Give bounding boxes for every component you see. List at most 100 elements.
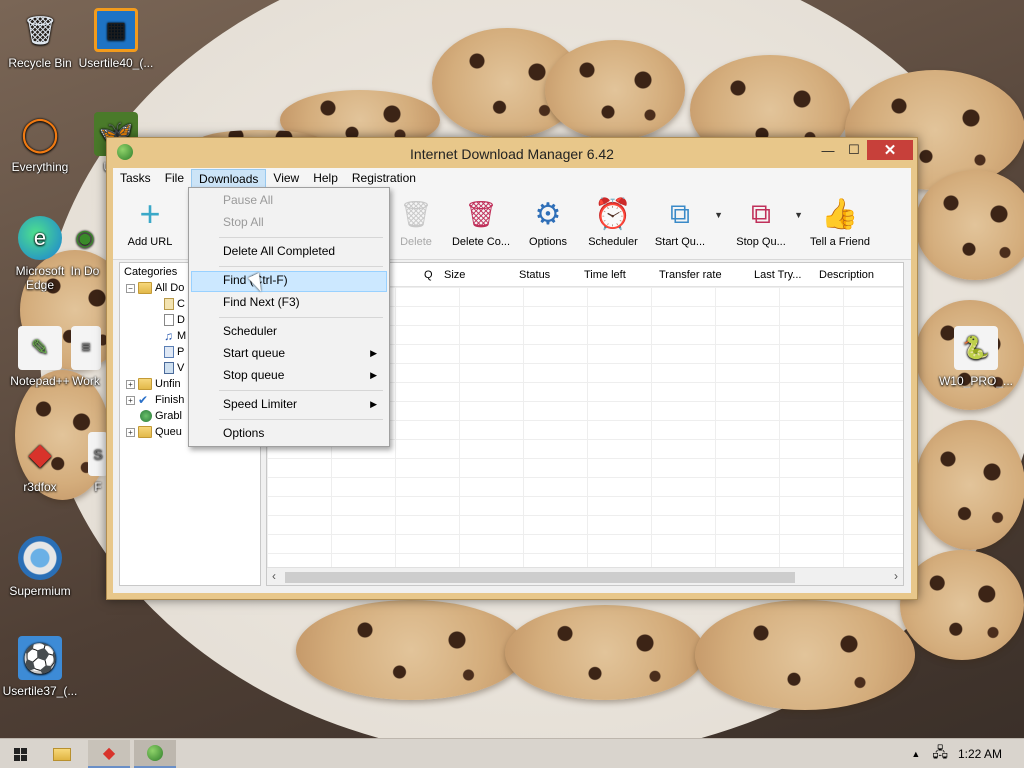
tree-item-grabber[interactable]: Grabl: [140, 408, 182, 424]
column-header-transfer-rate[interactable]: Transfer rate: [659, 269, 722, 281]
menu-item-stop-queue[interactable]: Stop queue ▶: [191, 366, 387, 387]
menu-item-label: Stop queue: [223, 368, 285, 382]
tree-item-music[interactable]: ♫ M: [164, 328, 186, 344]
menu-downloads[interactable]: Downloads: [191, 168, 267, 188]
plus-icon: +: [139, 193, 161, 234]
tree-item-finished[interactable]: + ✔ Finish: [126, 392, 184, 408]
tree-item-label: D: [177, 314, 185, 326]
column-header-status[interactable]: Status: [519, 269, 550, 281]
desktop-icon-recycle-bin[interactable]: 🗑 Recycle Bin: [0, 8, 80, 71]
scroll-right-icon[interactable]: ›: [894, 569, 898, 583]
expand-icon[interactable]: +: [126, 427, 135, 437]
tell-friend-button[interactable]: 👍 Tell a Friend: [809, 194, 871, 249]
menu-file[interactable]: File: [158, 169, 191, 188]
expand-icon[interactable]: +: [126, 395, 135, 405]
menu-item-scheduler[interactable]: Scheduler: [191, 322, 387, 343]
stop-queue-button[interactable]: ⧉ Stop Qu... ▼: [733, 194, 803, 249]
video-icon: [164, 362, 174, 374]
start-queue-button[interactable]: ⧉ Start Qu... ▼: [651, 194, 723, 249]
column-header-description[interactable]: Description: [819, 269, 874, 281]
delete-button[interactable]: 🗑 Delete: [393, 194, 439, 249]
delete-completed-button[interactable]: 🗑 Delete Co...: [449, 194, 513, 249]
expand-icon[interactable]: +: [126, 379, 135, 389]
desktop-icon-label: W10_PRO_...: [938, 374, 1014, 388]
tree-item-video[interactable]: V: [164, 360, 184, 376]
tree-item-label: All Do: [155, 282, 185, 294]
menu-item-speed-limiter[interactable]: Speed Limiter ▶: [191, 395, 387, 416]
idm-icon: [147, 745, 163, 761]
desktop-icon-usertile37[interactable]: ⚽ Usertile37_(...: [0, 636, 80, 698]
title-bar[interactable]: Internet Download Manager 6.42 — ☐ ✕: [107, 138, 917, 168]
desktop-icon-supermium[interactable]: Supermium: [0, 536, 80, 598]
column-header-time-left[interactable]: Time left: [584, 269, 626, 281]
horizontal-scrollbar[interactable]: ‹ ›: [267, 567, 903, 585]
menu-item-start-queue[interactable]: Start queue ▶: [191, 344, 387, 365]
desktop-icon-work[interactable]: ≡ Work: [64, 326, 108, 388]
menu-bar: Tasks File Downloads View Help Registrat…: [113, 168, 911, 188]
python-icon: 🐍: [954, 326, 998, 370]
menu-help[interactable]: Help: [306, 169, 345, 188]
desktop-icon-label: Supermium: [9, 584, 71, 598]
desktop-icon-idm[interactable]: ◉ In Do: [60, 216, 110, 278]
add-url-label: Add URL: [127, 236, 173, 248]
notepadpp-icon: ✎: [18, 326, 62, 370]
taskbar-clock[interactable]: 1:22 AM: [958, 747, 1002, 761]
tree-item-compressed[interactable]: C: [164, 296, 185, 312]
recycle-bin-icon: 🗑: [22, 14, 58, 46]
scheduler-button[interactable]: ⏰ Scheduler: [585, 194, 641, 249]
start-button[interactable]: [0, 740, 40, 768]
desktop-icon-everything[interactable]: ◯ Everything: [0, 112, 80, 174]
checkmark-folder-icon: ✔: [138, 393, 149, 407]
desktop-icon-label: Recycle Bin: [8, 56, 72, 70]
menu-item-find[interactable]: Find (Ctrl-F): [191, 271, 387, 292]
minimize-button[interactable]: —: [815, 140, 841, 160]
r3dfox-icon: ◆: [28, 437, 52, 471]
submenu-arrow-icon: ▶: [370, 370, 377, 380]
taskbar-file-explorer[interactable]: [42, 740, 82, 768]
desktop-icon-r3dfox[interactable]: ◆ r3dfox: [0, 432, 80, 495]
tree-item-all-downloads[interactable]: − All Do: [126, 280, 184, 296]
stop-queue-dropdown-icon[interactable]: ▼: [794, 210, 803, 220]
menu-item-pause-all[interactable]: Pause All: [191, 191, 387, 212]
cookie: [545, 40, 685, 140]
menu-tasks[interactable]: Tasks: [113, 169, 158, 188]
column-header-last-try[interactable]: Last Try...: [754, 269, 801, 281]
desktop-icon-w10-pro[interactable]: 🐍 W10_PRO_...: [936, 326, 1016, 388]
menu-view[interactable]: View: [266, 169, 306, 188]
menu-item-options[interactable]: Options: [191, 424, 387, 445]
taskbar: ◆ ▲ 🖧 1:22 AM: [0, 738, 1024, 768]
taskbar-idm[interactable]: [134, 740, 176, 768]
tree-item-unfinished[interactable]: + Unfin: [126, 376, 181, 392]
collapse-icon[interactable]: −: [126, 283, 135, 293]
window-title: Internet Download Manager 6.42: [410, 146, 614, 162]
tree-item-documents[interactable]: D: [164, 312, 185, 328]
desktop-icon-usertile40[interactable]: ▦ Usertile40_(...: [76, 8, 156, 70]
document-icon: [164, 314, 174, 326]
tree-item-label: C: [177, 298, 185, 310]
tree-item-queues[interactable]: + Queu: [126, 424, 182, 440]
column-header-size[interactable]: Size: [444, 269, 465, 281]
network-icon[interactable]: 🖧: [932, 742, 948, 766]
menu-item-delete-all-completed[interactable]: Delete All Completed: [191, 242, 387, 263]
show-hidden-icons-icon[interactable]: ▲: [911, 749, 920, 759]
scrollbar-thumb[interactable]: [285, 572, 795, 583]
options-button[interactable]: ⚙ Options: [523, 194, 573, 249]
stop-queue-icon: ⧉: [751, 197, 771, 229]
start-queue-dropdown-icon[interactable]: ▼: [714, 210, 723, 220]
add-url-button[interactable]: + Add URL: [123, 193, 177, 248]
column-header-queue[interactable]: Q: [424, 269, 433, 281]
tell-friend-label: Tell a Friend: [810, 236, 870, 248]
maximize-button[interactable]: ☐: [841, 140, 867, 160]
menu-item-stop-all[interactable]: Stop All: [191, 213, 387, 234]
thumbs-up-icon: 👍: [821, 197, 859, 231]
menu-item-find-next[interactable]: Find Next (F3): [191, 293, 387, 314]
downloads-menu: Pause All Stop All Delete All Completed …: [188, 187, 390, 447]
scheduler-label: Scheduler: [588, 236, 638, 248]
menu-registration[interactable]: Registration: [345, 169, 423, 188]
taskbar-r3dfox[interactable]: ◆: [88, 740, 130, 768]
tree-item-label: Unfin: [155, 378, 181, 390]
scroll-left-icon[interactable]: ‹: [272, 569, 276, 583]
tree-item-label: Queu: [155, 426, 182, 438]
tree-item-programs[interactable]: P: [164, 344, 184, 360]
close-button[interactable]: ✕: [867, 140, 913, 160]
